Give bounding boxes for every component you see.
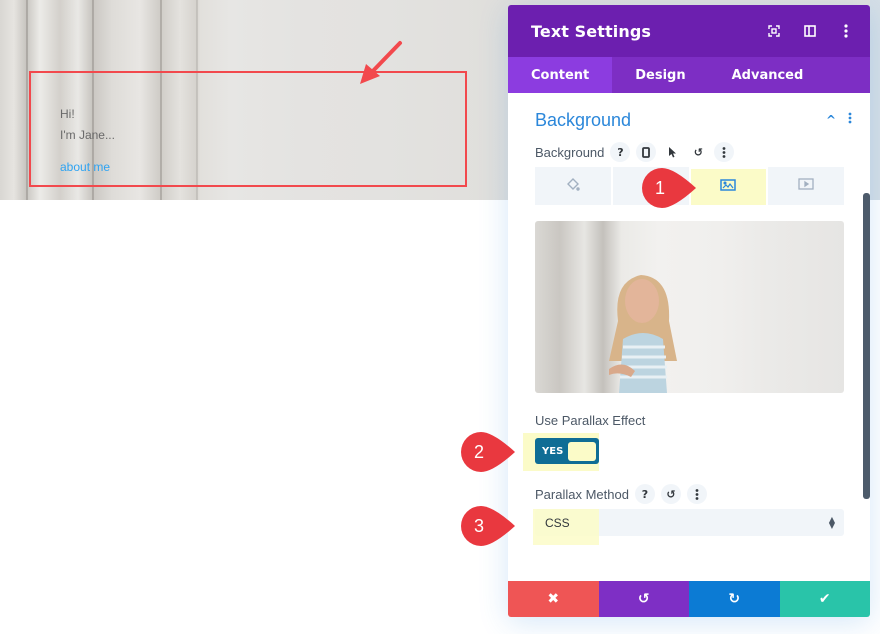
text-module[interactable]: Hi! I'm Jane... bbox=[60, 104, 115, 146]
reset-icon[interactable]: ↺ bbox=[688, 142, 708, 162]
modal-title: Text Settings bbox=[531, 21, 652, 41]
redo-icon: ↻ bbox=[728, 591, 741, 607]
paint-bucket-icon bbox=[566, 177, 580, 195]
woman-photo-icon bbox=[609, 275, 677, 393]
undo-button[interactable]: ↺ bbox=[598, 581, 689, 617]
tab-advanced[interactable]: Advanced bbox=[709, 57, 827, 93]
more-vertical-icon[interactable] bbox=[848, 112, 852, 128]
background-video-tab[interactable] bbox=[768, 167, 844, 205]
scrollbar[interactable] bbox=[863, 193, 870, 499]
tab-content[interactable]: Content bbox=[508, 57, 613, 93]
reset-icon[interactable]: ↺ bbox=[660, 484, 681, 504]
page-edge bbox=[870, 0, 880, 200]
parallax-label: Use Parallax Effect bbox=[535, 413, 646, 428]
hero-line-2: I'm Jane... bbox=[60, 128, 115, 142]
responsive-phone-icon[interactable] bbox=[636, 142, 657, 162]
sidebar-toggle-icon[interactable] bbox=[792, 5, 828, 57]
redo-button[interactable]: ↻ bbox=[689, 581, 780, 617]
modal-footer: ✖ ↺ ↻ ✔ bbox=[508, 581, 870, 617]
callout-number: 3 bbox=[473, 515, 484, 536]
more-vertical-icon[interactable] bbox=[714, 142, 735, 162]
image-icon bbox=[720, 179, 737, 195]
chevron-up-icon[interactable]: ^ bbox=[826, 113, 836, 127]
column-line bbox=[26, 0, 28, 200]
toggle-label: YES bbox=[542, 445, 564, 457]
close-icon: ✖ bbox=[547, 591, 560, 607]
help-icon[interactable]: ? bbox=[610, 142, 631, 162]
callout-marker-3: 3 bbox=[459, 504, 515, 548]
hero-line-1: Hi! bbox=[60, 107, 75, 121]
parallax-toggle[interactable]: YES bbox=[535, 438, 599, 464]
expand-icon[interactable] bbox=[756, 5, 792, 57]
more-vertical-icon[interactable] bbox=[686, 484, 707, 504]
background-image-preview[interactable] bbox=[535, 221, 844, 393]
callout-marker-2: 2 bbox=[459, 430, 515, 474]
select-value: CSS bbox=[545, 515, 570, 530]
check-icon: ✔ bbox=[818, 591, 831, 607]
save-button[interactable]: ✔ bbox=[779, 581, 870, 617]
discard-button[interactable]: ✖ bbox=[508, 581, 599, 617]
parallax-method-select[interactable]: CSS ▲ ▼ bbox=[533, 509, 844, 545]
settings-tabs: Content Design Advanced bbox=[508, 57, 870, 93]
help-icon[interactable]: ? bbox=[634, 484, 655, 504]
toggle-knob bbox=[568, 441, 596, 461]
modal-header[interactable]: Text Settings bbox=[508, 5, 870, 57]
callout-marker-1: 1 bbox=[640, 166, 696, 210]
callout-number: 1 bbox=[654, 177, 665, 198]
background-label: Background bbox=[535, 144, 605, 160]
parallax-method-label: Parallax Method bbox=[535, 486, 629, 502]
undo-icon: ↺ bbox=[637, 591, 650, 607]
background-image-tab[interactable] bbox=[690, 167, 767, 205]
video-icon bbox=[798, 178, 814, 194]
more-vertical-icon[interactable] bbox=[828, 5, 864, 57]
about-me-link[interactable]: about me bbox=[60, 160, 110, 174]
text-settings-modal: Text Settings Content Design Advanced Ba… bbox=[508, 5, 870, 617]
section-title: Background bbox=[535, 109, 632, 130]
background-color-tab[interactable] bbox=[535, 167, 611, 205]
section-toggle[interactable]: Background ^ bbox=[535, 93, 852, 139]
hover-cursor-icon[interactable] bbox=[662, 142, 682, 162]
annotation-arrow-icon bbox=[360, 41, 402, 84]
select-arrows-icon: ▲ ▼ bbox=[828, 514, 835, 530]
highlight: YES bbox=[523, 433, 599, 471]
tab-design[interactable]: Design bbox=[612, 57, 708, 93]
callout-number: 2 bbox=[473, 441, 484, 462]
